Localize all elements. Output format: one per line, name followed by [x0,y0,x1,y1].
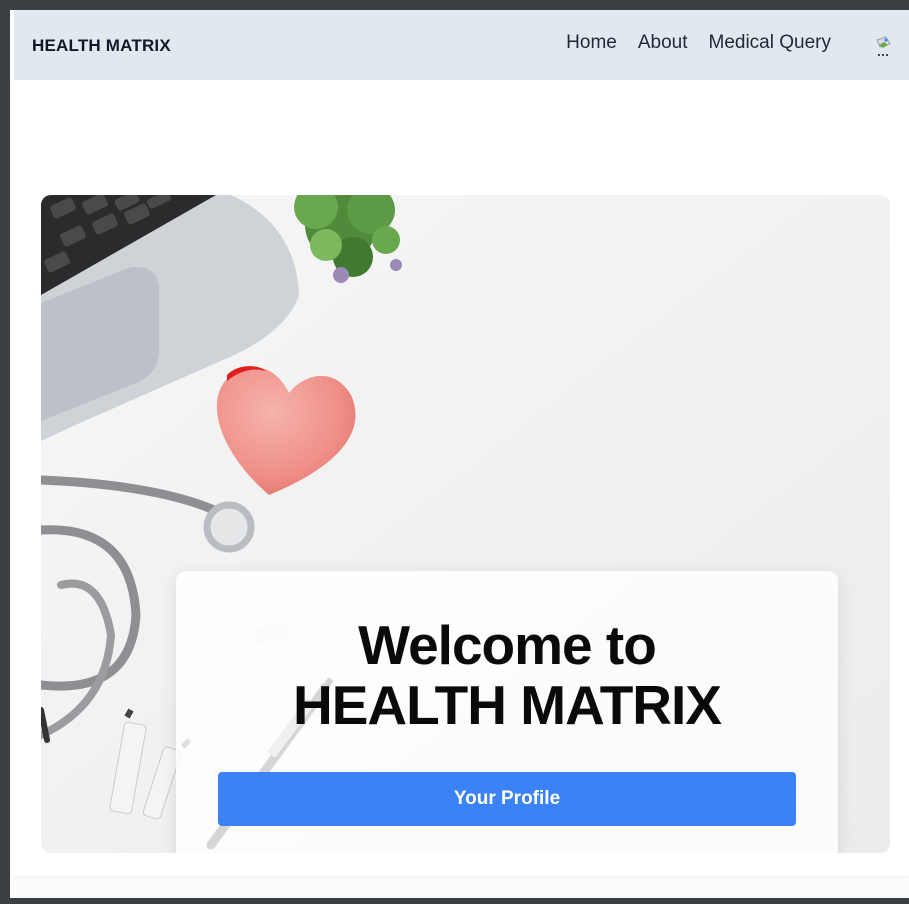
window-frame-bottom [0,898,909,904]
broken-image-icon[interactable] [874,34,894,62]
nav-link-about[interactable]: About [638,32,688,54]
title-line-2: HEALTH MATRIX [293,674,722,736]
window-frame-left [0,0,10,904]
your-profile-button[interactable]: Your Profile [218,772,796,826]
nav-links: Home About Medical Query [545,32,831,54]
hero-banner: Welcome to HEALTH MATRIX Your Profile [41,195,890,853]
footer-strip [14,878,909,898]
navbar: HEALTH MATRIX Home About Medical Query [14,10,909,80]
title-line-1: Welcome to [358,614,657,676]
nav-link-home[interactable]: Home [566,32,617,54]
page-title: Welcome to HEALTH MATRIX [176,615,838,735]
window-frame-top [0,0,909,10]
nav-link-medical-query[interactable]: Medical Query [709,32,832,54]
brand-logo-text[interactable]: HEALTH MATRIX [32,36,171,56]
welcome-card: Welcome to HEALTH MATRIX Your Profile [176,571,838,853]
